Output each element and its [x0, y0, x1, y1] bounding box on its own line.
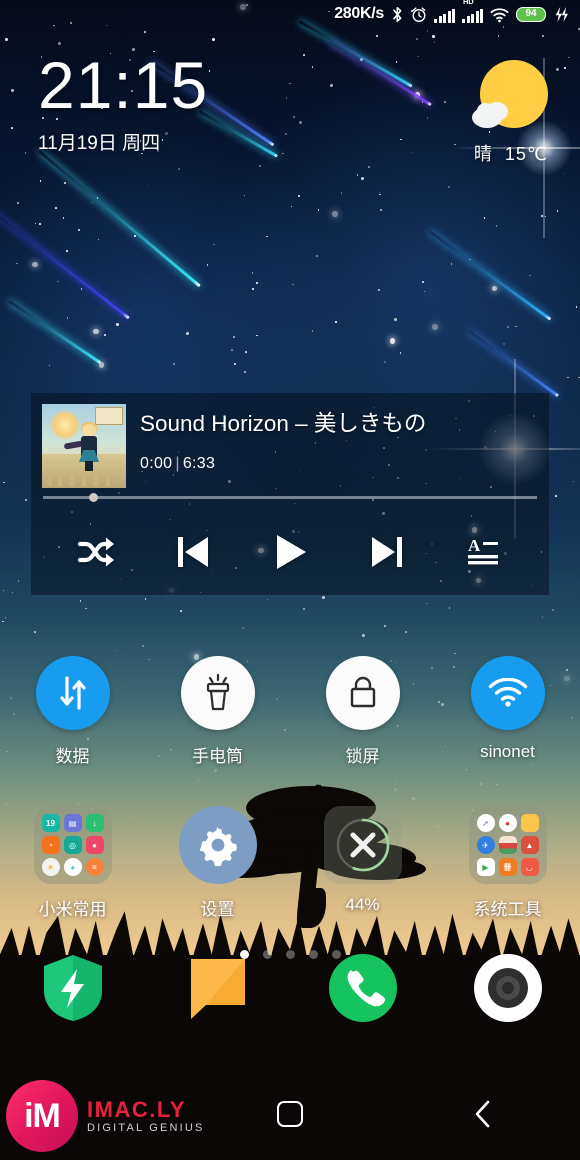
svg-text:A: A [468, 536, 481, 555]
phone-screen: 280K/s HD 94 21:15 11月19日 周四 晴 15℃ Sound… [0, 0, 580, 1160]
back-button[interactable] [387, 1099, 580, 1129]
weather-condition: 晴 [473, 144, 493, 164]
quick-toggle-row: 数据 手电筒 锁屏 sinonet [0, 656, 580, 767]
hd-label: HD [463, 0, 474, 6]
mini-icon-playstore: ▶ [476, 858, 495, 876]
watermark: iM IMAC.LY DIGITAL GENIUS [6, 1080, 205, 1152]
clock-widget[interactable]: 21:15 11月19日 周四 [38, 52, 208, 155]
mini-icon-gallery: ◕ [63, 858, 82, 876]
folder-icon-2[interactable]: ➚ ● ✈ ▲ ▶ 卌 ◡ [468, 806, 547, 884]
home-button[interactable] [193, 1101, 386, 1127]
mini-icon-notes: ▤ [63, 814, 82, 832]
app-settings[interactable]: 设置 [145, 806, 290, 920]
weather-widget[interactable]: 晴 15℃ [472, 58, 550, 166]
mini-icon-drive: ▲ [520, 836, 539, 854]
wifi-icon-toggle[interactable] [470, 656, 545, 730]
mini-icon-app: 卌 [498, 858, 517, 876]
music-title: Sound Horizon – 美しきもの [140, 411, 427, 436]
toggle-label-flashlight: 手电筒 [192, 747, 243, 766]
dock [0, 925, 580, 1050]
watermark-tagline: DIGITAL GENIUS [87, 1122, 205, 1135]
music-duration: 6:33 [182, 455, 216, 472]
shuffle-button[interactable] [66, 527, 126, 577]
mobile-data-icon[interactable] [35, 656, 110, 730]
music-time-separator: | [175, 455, 180, 472]
wifi-icon [490, 6, 509, 23]
clock-time: 21:15 [38, 48, 209, 122]
mini-icon-health: ● [85, 836, 104, 854]
alarm-icon [411, 6, 427, 23]
toggle-label-mobile-data: 数据 [55, 747, 90, 766]
music-player-widget[interactable]: Sound Horizon – 美しきもの 0:00 | 6:33 A [31, 393, 549, 595]
music-header: Sound Horizon – 美しきもの 0:00 | 6:33 [31, 393, 549, 488]
security-shield-icon[interactable] [34, 949, 112, 1027]
widget-memory-cleaner[interactable]: 44% [290, 806, 435, 920]
dock-item-camera[interactable] [435, 949, 580, 1027]
phone-icon[interactable] [324, 949, 402, 1027]
mini-icon-compass: ➚ [476, 814, 495, 832]
mini-icon-calculator: = [85, 858, 104, 876]
next-button[interactable] [357, 527, 417, 577]
bluetooth-icon [391, 6, 404, 23]
mini-icon-calendar: 19 [41, 814, 60, 832]
app-label-system-tools: 系统工具 [473, 900, 542, 919]
mini-icon-download: ↓ [85, 814, 104, 832]
sun-behind-cloud-icon [472, 58, 550, 136]
mini-icon-notes2 [520, 814, 539, 832]
toggle-lock-screen[interactable]: 锁屏 [290, 656, 435, 767]
toggle-flashlight[interactable]: 手电筒 [145, 656, 290, 767]
music-controls: A [31, 521, 549, 583]
back-chevron-icon[interactable] [471, 1099, 495, 1129]
signal-bars-hd-icon: HD [462, 0, 483, 23]
battery-indicator: 94 [516, 6, 546, 22]
dock-item-security[interactable] [0, 949, 145, 1027]
app-folder-xiaomi[interactable]: 19 ▤ ↓ ◔ ◎ ● ☀ ◕ = 小米常用 [0, 806, 145, 920]
folder-icon[interactable]: 19 ▤ ↓ ◔ ◎ ● ☀ ◕ = [33, 806, 112, 884]
home-square-icon[interactable] [276, 1101, 303, 1127]
status-bar: 280K/s HD 94 [0, 0, 580, 28]
mini-icon-browser: ✈ [476, 836, 495, 854]
mini-icon-recorder: ● [498, 814, 517, 832]
widget-label-memory-percent: 44% [345, 895, 380, 914]
toggle-label-lock-screen: 锁屏 [345, 747, 380, 766]
settings-gear-icon[interactable] [178, 806, 257, 884]
mini-icon-radio: ◎ [63, 836, 82, 854]
music-elapsed: 0:00 [140, 455, 173, 472]
watermark-brand: IMAC.LY [87, 1096, 186, 1122]
app-label-xiaomi-folder: 小米常用 [38, 900, 107, 919]
lyrics-button[interactable]: A [454, 527, 514, 577]
weather-temperature: 15℃ [504, 144, 549, 164]
app-row: 19 ▤ ↓ ◔ ◎ ● ☀ ◕ = 小米常用 设置 44% ➚ ● ✈ ▲ ▶… [0, 806, 580, 920]
app-label-settings: 设置 [200, 900, 235, 919]
music-progress-bar[interactable] [43, 493, 537, 502]
music-time: 0:00 | 6:33 [140, 455, 426, 473]
toggle-mobile-data[interactable]: 数据 [0, 656, 145, 767]
watermark-logo: iM [6, 1080, 78, 1152]
play-button[interactable] [260, 527, 320, 577]
previous-button[interactable] [163, 527, 223, 577]
toggle-wifi[interactable]: sinonet [435, 656, 580, 767]
app-folder-system-tools[interactable]: ➚ ● ✈ ▲ ▶ 卌 ◡ 系统工具 [435, 806, 580, 920]
album-art[interactable] [42, 404, 126, 488]
dock-item-messages[interactable] [145, 949, 290, 1027]
clock-date: 11月19日 周四 [38, 133, 161, 154]
dock-item-phone[interactable] [290, 949, 435, 1027]
signal-bars-icon [434, 6, 455, 23]
camera-icon[interactable] [469, 949, 547, 1027]
toggle-label-wifi: sinonet [480, 742, 535, 761]
music-progress-knob[interactable] [89, 493, 98, 502]
memory-cleaner-icon[interactable] [323, 806, 402, 884]
message-bubble-icon[interactable] [179, 949, 257, 1027]
lock-icon[interactable] [325, 656, 400, 730]
mini-icon-gallery2 [498, 836, 517, 854]
flashlight-icon[interactable] [180, 656, 255, 730]
mini-icon-weather: ☀ [41, 858, 60, 876]
battery-level-label: 94 [525, 8, 537, 19]
mini-icon-clock: ◔ [41, 836, 60, 854]
charging-bolt-icon [553, 6, 570, 23]
weather-text: 晴 15℃ [472, 140, 550, 166]
network-speed-label: 280K/s [334, 5, 384, 22]
mini-icon-shopping: ◡ [520, 858, 539, 876]
